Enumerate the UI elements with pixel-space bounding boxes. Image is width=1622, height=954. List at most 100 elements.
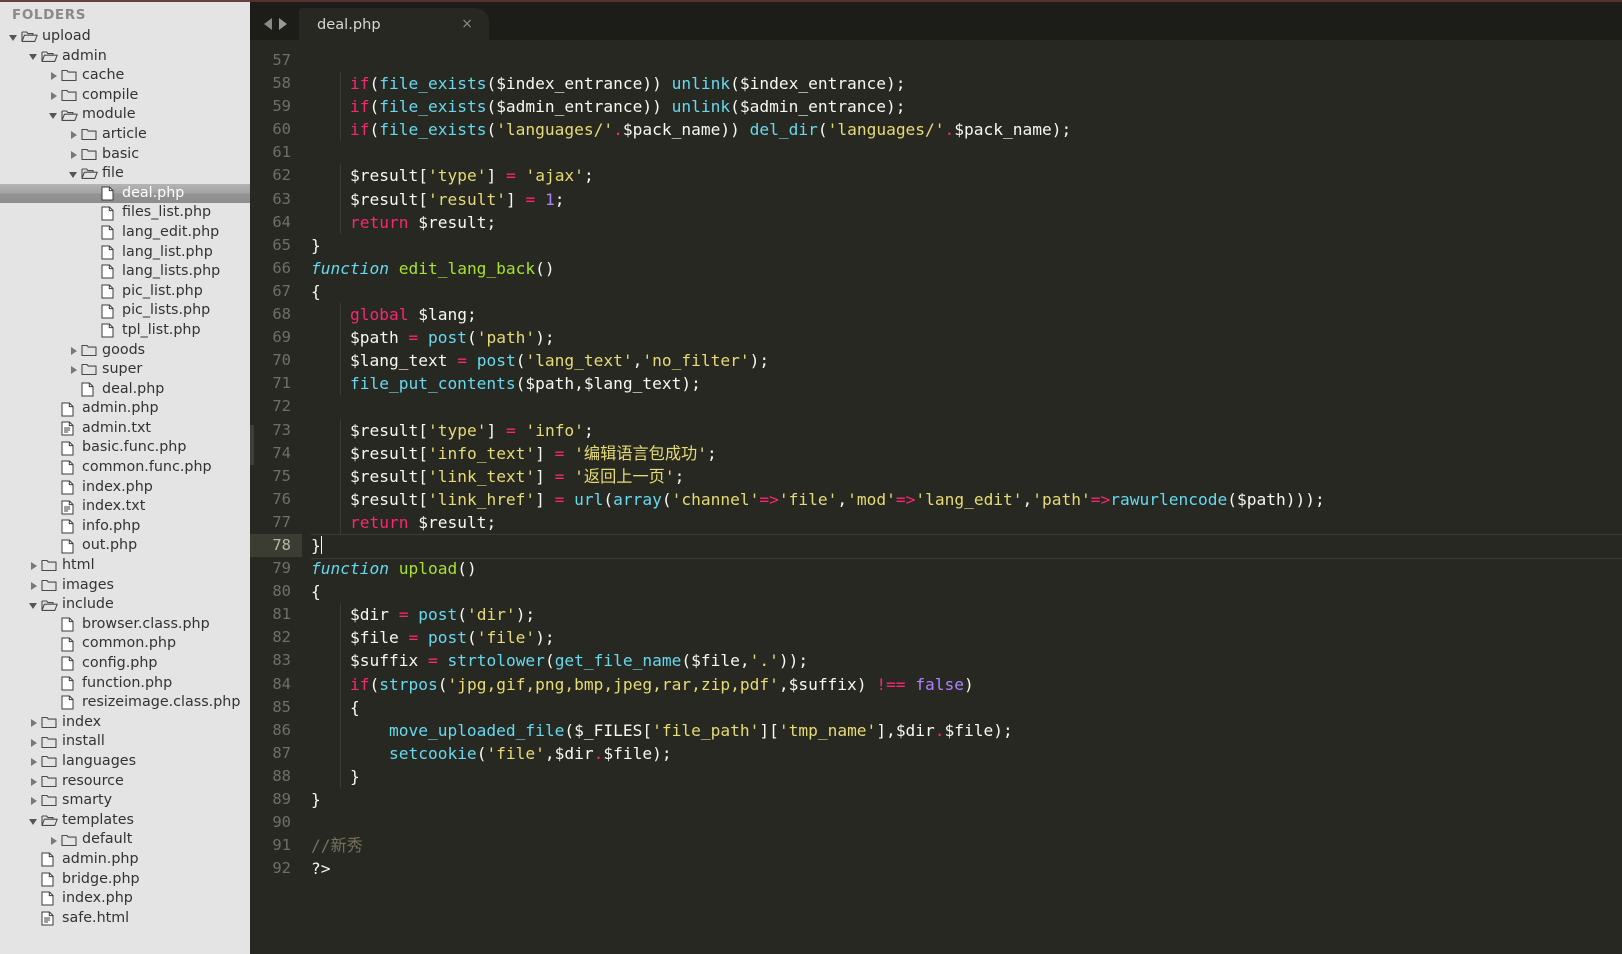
chevron-right-icon[interactable] [68, 129, 79, 140]
chevron-right-icon[interactable] [28, 560, 39, 571]
code-line[interactable]: file_put_contents($path,$lang_text); [311, 372, 1622, 396]
code-line[interactable]: } [311, 234, 1622, 257]
code-line[interactable]: if(file_exists($index_entrance)) unlink(… [311, 72, 1622, 96]
tree-file-admin-txt[interactable]: admin.txt [0, 419, 250, 439]
chevron-right-icon[interactable] [68, 364, 79, 375]
code-line[interactable]: { [311, 280, 1622, 303]
tree-folder-file[interactable]: file [0, 164, 250, 184]
chevron-right-icon[interactable] [48, 70, 59, 81]
tree-folder-compile[interactable]: compile [0, 86, 250, 106]
code-line[interactable]: if(file_exists('languages/'.$pack_name))… [311, 118, 1622, 142]
tab-nav-arrows[interactable] [250, 2, 299, 40]
tree-file-common-func-php[interactable]: common.func.php [0, 458, 250, 478]
tree-file-function-php[interactable]: function.php [0, 674, 250, 694]
tab-bar[interactable]: deal.php × [250, 2, 1622, 40]
tree-folder-basic[interactable]: basic [0, 145, 250, 165]
code-line[interactable] [311, 811, 1622, 834]
tree-folder-include[interactable]: include [0, 595, 250, 615]
file-tree-list[interactable]: upload admin cache compile module article basi… [0, 27, 250, 928]
triangle-right-icon[interactable] [279, 18, 287, 30]
tree-file-pic-lists-php[interactable]: pic_lists.php [0, 301, 250, 321]
chevron-down-icon[interactable] [68, 168, 79, 179]
code-line[interactable] [311, 141, 1622, 164]
tree-file-files-list-php[interactable]: files_list.php [0, 203, 250, 223]
tree-file-config-php[interactable]: config.php [0, 654, 250, 674]
tree-folder-article[interactable]: article [0, 125, 250, 145]
code-line[interactable]: } [311, 788, 1622, 811]
close-icon[interactable]: × [457, 17, 477, 31]
code-line[interactable]: $result['type'] = 'ajax'; [311, 164, 1622, 188]
tab-deal-php[interactable]: deal.php × [299, 8, 489, 40]
chevron-right-icon[interactable] [48, 90, 59, 101]
sidebar-file-tree[interactable]: FOLDERS upload admin cache compile module art… [0, 0, 250, 954]
tree-folder-languages[interactable]: languages [0, 752, 250, 772]
tree-file-index-php[interactable]: index.php [0, 478, 250, 498]
tree-file-deal-php[interactable]: deal.php [0, 183, 250, 204]
tree-folder-super[interactable]: super [0, 360, 250, 380]
chevron-right-icon[interactable] [28, 717, 39, 728]
code-line[interactable]: $dir = post('dir'); [311, 603, 1622, 627]
code-line[interactable]: $file = post('file'); [311, 626, 1622, 650]
code-line[interactable] [311, 49, 1622, 72]
chevron-down-icon[interactable] [28, 51, 39, 62]
code-line[interactable]: $result['link_href'] = url(array('channe… [311, 487, 1622, 511]
code-line[interactable]: //新秀 [311, 834, 1622, 857]
tree-folder-cache[interactable]: cache [0, 66, 250, 86]
tree-file-tpl-list-php[interactable]: tpl_list.php [0, 321, 250, 341]
code-area[interactable]: 57 58 59 60 61 62 63 64 65 66 67 68 69 70 71 72 73 74 75 76… [250, 40, 1622, 954]
code-line[interactable]: if(file_exists($admin_entrance)) unlink(… [311, 95, 1622, 119]
code-line[interactable]: } [311, 533, 1622, 560]
code-line[interactable]: $result['type'] = 'info'; [311, 418, 1622, 442]
tree-folder-goods[interactable]: goods [0, 341, 250, 361]
chevron-right-icon[interactable] [28, 737, 39, 748]
tree-folder-upload[interactable]: upload [0, 27, 250, 47]
code-content[interactable]: if(file_exists($index_entrance)) unlink(… [302, 40, 1622, 954]
tree-folder-images[interactable]: images [0, 576, 250, 596]
chevron-right-icon[interactable] [28, 776, 39, 787]
code-line[interactable]: $path = post('path'); [311, 326, 1622, 350]
code-line[interactable]: $lang_text = post('lang_text','no_filter… [311, 349, 1622, 373]
tree-file-bridge-php[interactable]: bridge.php [0, 870, 250, 890]
code-line[interactable]: } [311, 764, 1622, 789]
code-line[interactable]: $result['info_text'] = '编辑语言包成功'; [311, 441, 1622, 465]
chevron-down-icon[interactable] [48, 110, 59, 121]
code-line[interactable]: ?> [311, 857, 1622, 880]
tree-file-common-php[interactable]: common.php [0, 634, 250, 654]
tree-file-admin-php[interactable]: admin.php [0, 399, 250, 419]
code-line[interactable]: function edit_lang_back() [311, 257, 1622, 280]
chevron-right-icon[interactable] [68, 345, 79, 356]
code-line[interactable]: global $lang; [311, 303, 1622, 327]
tree-file-lang-edit-php[interactable]: lang_edit.php [0, 223, 250, 243]
tree-folder-module[interactable]: module [0, 105, 250, 125]
code-line[interactable]: setcookie('file',$dir.$file); [311, 741, 1622, 766]
chevron-down-icon[interactable] [28, 600, 39, 611]
tree-file-browser-class-php[interactable]: browser.class.php [0, 615, 250, 635]
tree-file-resizeimage-class-php[interactable]: resizeimage.class.php [0, 693, 250, 713]
tree-file-pic-list-php[interactable]: pic_list.php [0, 282, 250, 302]
triangle-left-icon[interactable] [264, 18, 272, 30]
tree-folder-resource[interactable]: resource [0, 772, 250, 792]
code-line[interactable]: return $result; [311, 210, 1622, 234]
chevron-right-icon[interactable] [28, 795, 39, 806]
tree-file-lang-list-php[interactable]: lang_list.php [0, 243, 250, 263]
tree-file-index-txt[interactable]: index.txt [0, 497, 250, 517]
code-line[interactable]: if(strpos('jpg,gif,png,bmp,jpeg,rar,zip,… [311, 672, 1622, 696]
code-line[interactable] [311, 395, 1622, 418]
chevron-right-icon[interactable] [48, 835, 59, 846]
code-line[interactable]: { [311, 580, 1622, 603]
code-line[interactable]: $result['link_text'] = '返回上一页'; [311, 464, 1622, 488]
tree-folder-index[interactable]: index [0, 713, 250, 733]
tree-file-admin-php[interactable]: admin.php [0, 850, 250, 870]
tree-file-info-php[interactable]: info.php [0, 517, 250, 537]
chevron-right-icon[interactable] [28, 580, 39, 591]
tree-folder-admin[interactable]: admin [0, 47, 250, 67]
tree-folder-install[interactable]: install [0, 732, 250, 752]
tree-file-basic-func-php[interactable]: basic.func.php [0, 438, 250, 458]
code-line[interactable]: return $result; [311, 510, 1622, 535]
tree-folder-templates[interactable]: templates [0, 811, 250, 831]
code-line[interactable]: $suffix = strtolower(get_file_name($file… [311, 649, 1622, 673]
tree-folder-html[interactable]: html [0, 556, 250, 576]
code-line[interactable]: function upload() [311, 557, 1622, 580]
tree-file-out-php[interactable]: out.php [0, 536, 250, 556]
code-line[interactable]: move_uploaded_file($_FILES['file_path'][… [311, 718, 1622, 742]
